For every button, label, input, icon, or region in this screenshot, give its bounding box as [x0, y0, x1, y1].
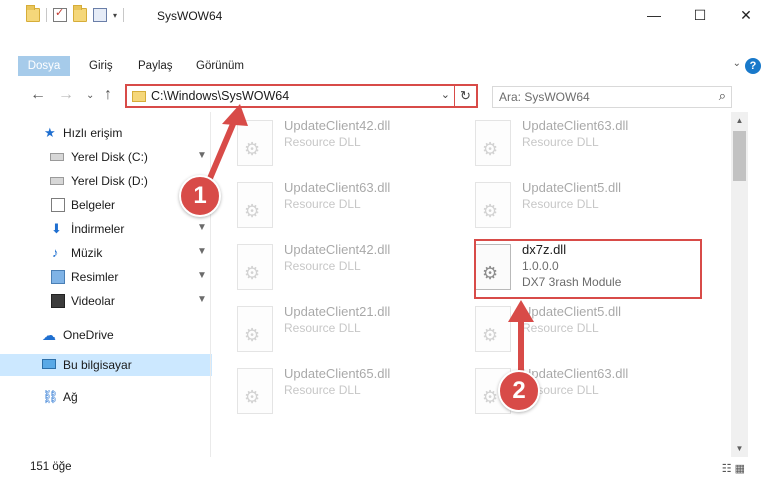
- arrow-2: [508, 300, 534, 378]
- arrow-1: [205, 104, 248, 186]
- annotation-arrows: [205, 104, 534, 378]
- step-1-badge: 1: [179, 175, 221, 217]
- step-2-badge: 2: [498, 370, 540, 412]
